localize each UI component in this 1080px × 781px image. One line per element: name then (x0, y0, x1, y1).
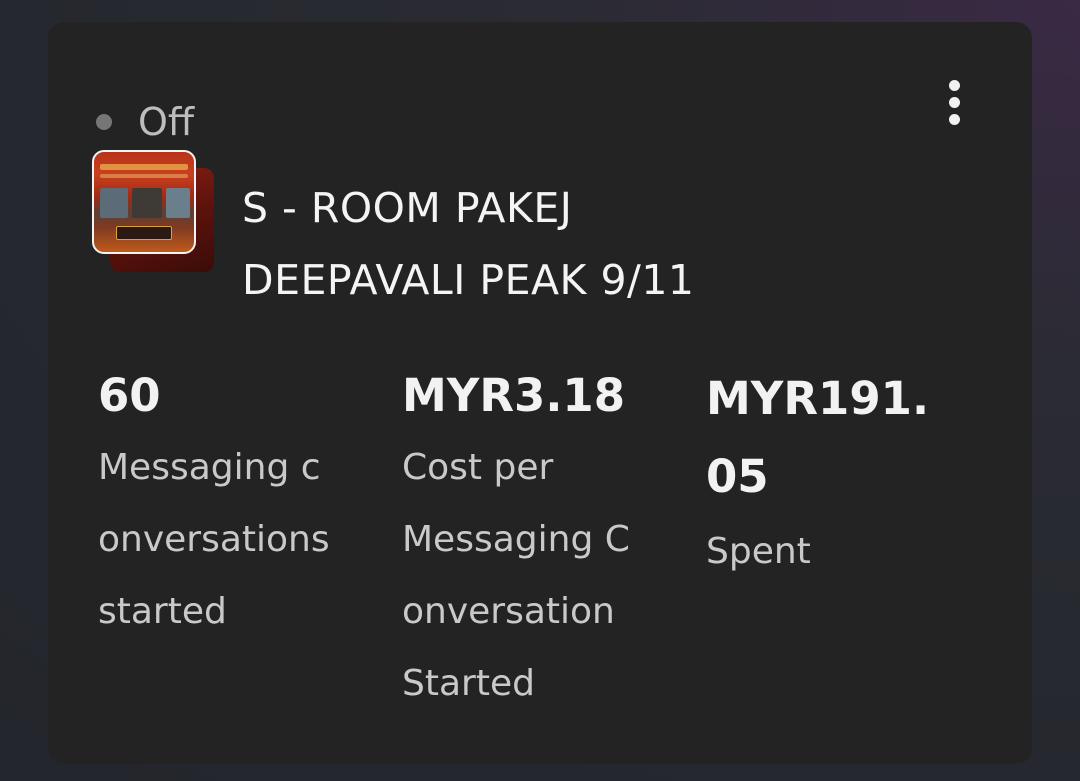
metric-messaging-conversations: 60 Messaging c onversations started (98, 360, 388, 648)
ad-thumbnail-image (92, 150, 196, 254)
campaign-title-line: DEEPAVALI PEAK 9/11 (242, 256, 695, 304)
metric-value: MYR191. (706, 372, 930, 425)
campaign-card[interactable]: Off S - ROOM PAKEJ DEEPAVALI PEAK 9/11 6… (48, 22, 1032, 764)
metric-value: 60 (98, 369, 161, 422)
metric-label: Started (402, 663, 535, 704)
more-vertical-icon-dot (948, 96, 960, 108)
more-vertical-icon-dot (948, 113, 960, 125)
metric-label: Messaging C (402, 519, 630, 560)
status-label: Off (138, 100, 195, 144)
status-indicator: Off (96, 98, 194, 146)
campaign-title[interactable]: S - ROOM PAKEJ DEEPAVALI PEAK 9/11 (242, 172, 962, 316)
more-options-button[interactable] (932, 74, 976, 130)
metric-amount-spent: MYR191. 05 Spent (706, 360, 996, 588)
metric-label: Cost per (402, 447, 554, 488)
metric-label: onversation (402, 591, 615, 632)
metric-label: onversations (98, 519, 330, 560)
more-vertical-icon (948, 79, 960, 91)
metric-label: started (98, 591, 227, 632)
campaign-title-line: S - ROOM PAKEJ (242, 184, 573, 232)
metric-value: MYR3.18 (402, 369, 626, 422)
ad-thumbnail-stack[interactable] (92, 150, 220, 278)
metric-cost-per-conversation: MYR3.18 Cost per Messaging C onversation… (402, 360, 692, 720)
metric-label: Spent (706, 531, 811, 572)
status-dot-icon (96, 114, 112, 130)
metric-value: 05 (706, 450, 769, 503)
metric-label: Messaging c (98, 447, 321, 488)
